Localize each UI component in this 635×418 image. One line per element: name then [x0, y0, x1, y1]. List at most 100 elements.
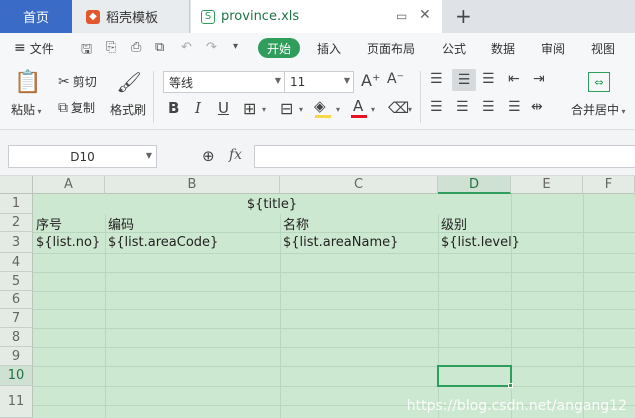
tab-file[interactable]: S province.xls ▭ ✕	[191, 0, 442, 33]
print-preview-icon[interactable]: ⧉	[155, 40, 164, 55]
column-header-b[interactable]: B	[105, 176, 280, 194]
format-painter-button[interactable]: 格式刷	[110, 101, 146, 118]
column-header-c[interactable]: C	[280, 176, 438, 194]
align-right-icon[interactable]: ☰	[482, 99, 495, 115]
chevron-down-icon[interactable]: ▾	[371, 105, 375, 114]
cell-a3[interactable]: ${list.no}	[36, 232, 100, 253]
font-color-button[interactable]: A	[353, 97, 363, 115]
align-bottom-icon[interactable]: ☰	[482, 71, 495, 87]
row-header-1[interactable]: 1	[0, 194, 33, 214]
cell-c3[interactable]: ${list.areaName}	[283, 232, 398, 253]
fill-handle[interactable]	[508, 383, 513, 388]
italic-button[interactable]: I	[195, 99, 201, 117]
underline-button[interactable]: U	[218, 99, 229, 117]
paste-icon[interactable]: 📋	[14, 69, 41, 95]
align-top-icon[interactable]: ☰	[430, 71, 443, 87]
fx-icon[interactable]: fx	[229, 147, 242, 163]
quick-access-dropdown-icon[interactable]: ▾	[233, 41, 238, 52]
menu-home[interactable]: 开始	[258, 38, 301, 58]
format-painter-icon[interactable]: 🖌	[116, 69, 141, 95]
copy-icon: ⧉	[58, 99, 68, 116]
print-icon[interactable]: ⎙	[131, 40, 141, 55]
restore-tab-icon[interactable]: ▭	[396, 9, 407, 23]
column-header-d[interactable]: D	[438, 176, 511, 194]
align-middle-icon[interactable]: ☰	[452, 69, 476, 91]
merge-center-icon[interactable]: ⇔	[588, 72, 610, 92]
align-center-icon[interactable]: ☰	[456, 99, 469, 115]
row-header-7[interactable]: 7	[0, 309, 33, 328]
borders-icon[interactable]: ⊞	[243, 99, 256, 118]
paste-button[interactable]: 粘贴 ▾	[11, 101, 42, 118]
tab-home[interactable]: 首页	[0, 0, 72, 33]
close-tab-icon[interactable]: ✕	[419, 7, 431, 23]
cell-b3[interactable]: ${list.areaCode}	[108, 232, 218, 253]
name-box[interactable]: D10 ▼	[8, 145, 157, 168]
menu-review[interactable]: 审阅	[541, 33, 565, 63]
formula-input[interactable]	[254, 145, 635, 168]
menu-insert[interactable]: 插入	[317, 33, 341, 63]
align-left-icon[interactable]: ☰	[430, 99, 443, 115]
font-size-select[interactable]: 11 ▼	[284, 71, 354, 93]
menu-data[interactable]: 数据	[491, 33, 515, 63]
save-icon[interactable]: 🖫	[81, 40, 92, 62]
spreadsheet-grid[interactable]: A B C D E F 1 2 3 4 5 6 7 8 9 10 11 ${ti…	[0, 176, 635, 418]
font-color-swatch	[351, 115, 367, 118]
distributed-icon[interactable]: ⇹	[531, 99, 543, 115]
scissors-icon: ✂	[58, 73, 70, 90]
cell-format-icon[interactable]: ⊟	[280, 99, 293, 118]
row-header-2[interactable]: 2	[0, 214, 33, 232]
new-tab-button[interactable]: +	[455, 4, 472, 28]
menu-view[interactable]: 视图	[591, 33, 615, 63]
row-header-10[interactable]: 10	[0, 366, 33, 386]
copy-button[interactable]: ⧉ 复制	[58, 99, 95, 116]
export-icon[interactable]: ⎘	[106, 40, 116, 55]
tab-template[interactable]: ◆ 稻壳模板	[72, 0, 190, 33]
cell-a2[interactable]: 序号	[36, 214, 62, 233]
outdent-icon[interactable]: ⇤	[508, 71, 520, 87]
fill-color-icon[interactable]: ◈	[314, 97, 326, 115]
chevron-down-icon[interactable]: ▾	[336, 105, 340, 114]
redo-icon[interactable]: ↷	[206, 40, 217, 55]
column-header-e[interactable]: E	[511, 176, 583, 194]
cell-d2[interactable]: 级别	[441, 214, 467, 233]
column-header-a[interactable]: A	[33, 176, 105, 194]
decrease-font-icon[interactable]: A⁻	[387, 71, 404, 87]
chevron-down-icon[interactable]: ▾	[408, 105, 412, 114]
cut-button[interactable]: ✂ 剪切	[58, 73, 97, 90]
chevron-down-icon: ▼	[145, 151, 152, 160]
menu-formulas[interactable]: 公式	[442, 33, 466, 63]
undo-icon[interactable]: ↶	[181, 40, 192, 55]
chevron-down-icon[interactable]: ▾	[299, 105, 303, 114]
cell-c2[interactable]: 名称	[283, 214, 309, 233]
chevron-down-icon[interactable]: ▾	[262, 105, 266, 114]
ribbon-divider	[153, 71, 154, 123]
bold-button[interactable]: B	[168, 99, 179, 117]
merge-center-button[interactable]: 合并居中 ▾	[571, 101, 626, 118]
zoom-formula-icon[interactable]: ⊕	[202, 147, 215, 165]
file-menu-button[interactable]: ≡ 文件	[14, 33, 54, 63]
cell-title-merged[interactable]: ${title}	[33, 194, 511, 214]
row-header-6[interactable]: 6	[0, 291, 33, 309]
formula-bar: D10 ▼ ⊕ fx	[0, 130, 635, 176]
menu-page-layout[interactable]: 页面布局	[367, 33, 415, 63]
cell-d3[interactable]: ${list.level}	[441, 232, 520, 253]
ribbon-divider	[420, 71, 421, 123]
eraser-icon[interactable]: ⌫	[388, 99, 409, 117]
row-header-8[interactable]: 8	[0, 328, 33, 347]
copy-label: 复制	[71, 101, 96, 115]
ribbon: 📋 粘贴 ▾ ✂ 剪切 ⧉ 复制 🖌 格式刷 等线 ▼ 11 ▼ A⁺ A⁻ B…	[0, 63, 635, 130]
row-header-4[interactable]: 4	[0, 253, 33, 272]
indent-icon[interactable]: ⇥	[533, 71, 545, 87]
increase-font-icon[interactable]: A⁺	[361, 71, 380, 90]
row-header-9[interactable]: 9	[0, 347, 33, 366]
merge-center-label: 合并居中	[571, 103, 620, 117]
row-header-3[interactable]: 3	[0, 232, 33, 253]
justify-icon[interactable]: ☰	[508, 99, 521, 115]
column-header-f[interactable]: F	[583, 176, 635, 194]
select-all-corner[interactable]	[0, 176, 33, 194]
font-name-select[interactable]: 等线 ▼	[163, 71, 285, 93]
selected-cell-d10[interactable]	[437, 365, 512, 387]
row-header-11[interactable]: 11	[0, 386, 33, 418]
cell-b2[interactable]: 编码	[108, 214, 134, 233]
row-header-5[interactable]: 5	[0, 272, 33, 291]
